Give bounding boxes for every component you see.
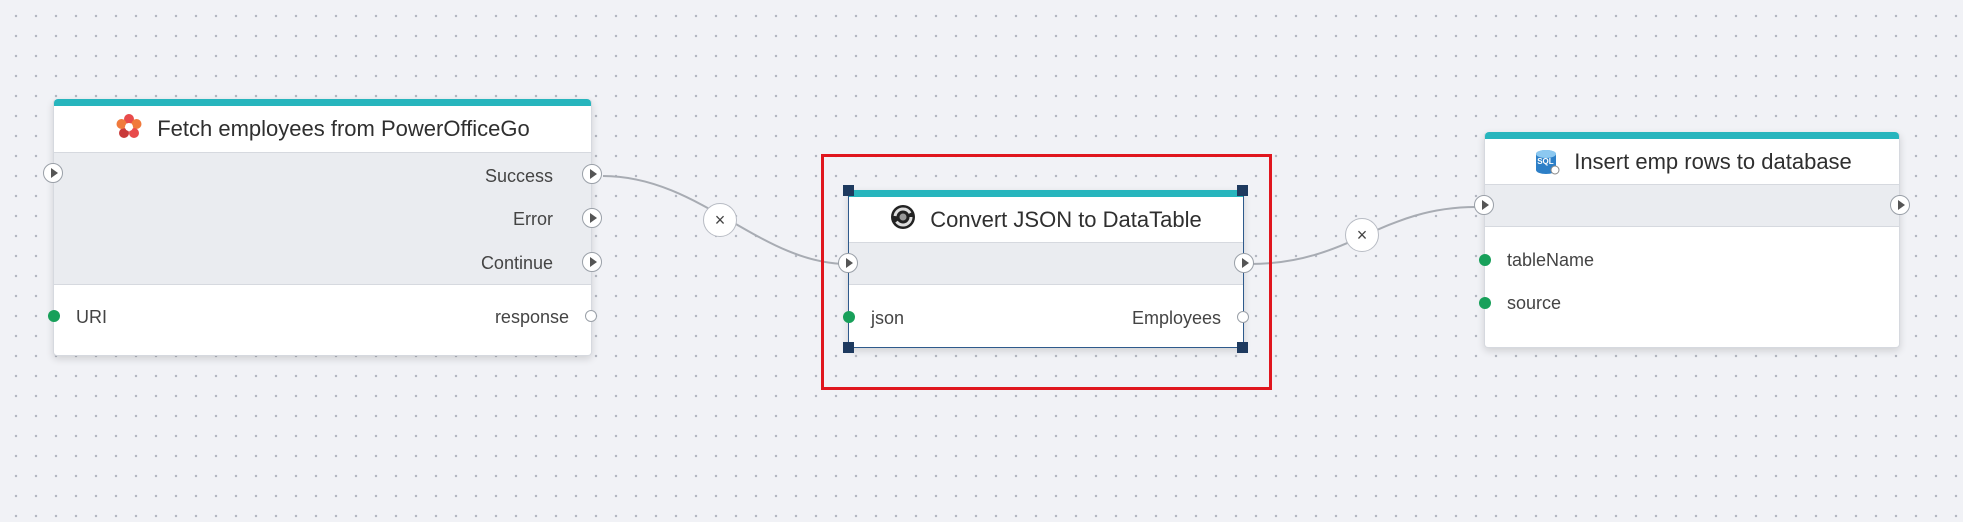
node-title: Insert emp rows to database xyxy=(1574,148,1852,174)
node-accent-bar xyxy=(849,190,1243,197)
output-label-error: Error xyxy=(513,209,553,229)
poweroffice-flower-icon xyxy=(115,113,143,146)
resize-handle-top-left[interactable] xyxy=(843,185,854,196)
input-flow-port[interactable] xyxy=(838,253,858,273)
node-title: Fetch employees from PowerOfficeGo xyxy=(157,116,530,141)
resize-handle-bottom-left[interactable] xyxy=(843,342,854,353)
remove-connection-button[interactable]: × xyxy=(703,203,737,237)
input-param-source: source xyxy=(1507,293,1562,313)
node-title: Convert JSON to DataTable xyxy=(930,206,1202,232)
node-flow-area xyxy=(1485,185,1899,227)
input-param-dot[interactable] xyxy=(843,311,855,323)
output-port-error[interactable] xyxy=(582,208,602,228)
output-label-continue: Continue xyxy=(480,253,553,273)
input-param-dot[interactable] xyxy=(1479,297,1491,309)
resize-handle-top-right[interactable] xyxy=(1237,185,1248,196)
resize-handle-bottom-right[interactable] xyxy=(1237,342,1248,353)
close-icon: × xyxy=(1356,224,1368,245)
input-flow-port[interactable] xyxy=(43,163,63,183)
node-header[interactable]: Fetch employees from PowerOfficeGo xyxy=(54,106,591,153)
output-label-success: Success xyxy=(484,166,553,186)
node-insert-rows[interactable]: SQL Insert emp rows to database tableNam… xyxy=(1474,132,1910,348)
input-param-json: json xyxy=(871,308,905,328)
input-param-dot[interactable] xyxy=(1479,254,1491,266)
output-flow-port[interactable] xyxy=(1890,195,1910,215)
node-header[interactable]: SQL Insert emp rows to database xyxy=(1485,139,1899,185)
output-param-response: response xyxy=(494,307,569,327)
input-flow-port[interactable] xyxy=(1474,195,1494,215)
output-param-dot[interactable] xyxy=(1237,311,1249,323)
output-param-employees: Employees xyxy=(1131,308,1221,328)
node-flow-area xyxy=(849,243,1243,285)
remove-connection-button[interactable]: × xyxy=(1345,218,1379,252)
node-fetch-employees[interactable]: Fetch employees from PowerOfficeGo Succe… xyxy=(43,99,602,356)
node-accent-bar xyxy=(1485,132,1899,139)
node-header[interactable]: Convert JSON to DataTable xyxy=(849,197,1243,243)
input-param-uri: URI xyxy=(76,307,107,327)
output-flow-port[interactable] xyxy=(1234,253,1254,273)
node-accent-bar xyxy=(54,99,591,106)
node-convert-json[interactable]: Convert JSON to DataTable json Employees xyxy=(838,190,1254,348)
sql-database-icon: SQL xyxy=(1532,148,1560,176)
output-param-dot[interactable] xyxy=(585,310,597,322)
input-param-tablename: tableName xyxy=(1507,250,1595,270)
json-icon xyxy=(890,204,916,235)
sql-icon-text: SQL xyxy=(1537,156,1554,166)
input-param-dot[interactable] xyxy=(48,310,60,322)
output-port-success[interactable] xyxy=(582,164,602,184)
output-port-continue[interactable] xyxy=(582,252,602,272)
close-icon: × xyxy=(714,209,726,230)
